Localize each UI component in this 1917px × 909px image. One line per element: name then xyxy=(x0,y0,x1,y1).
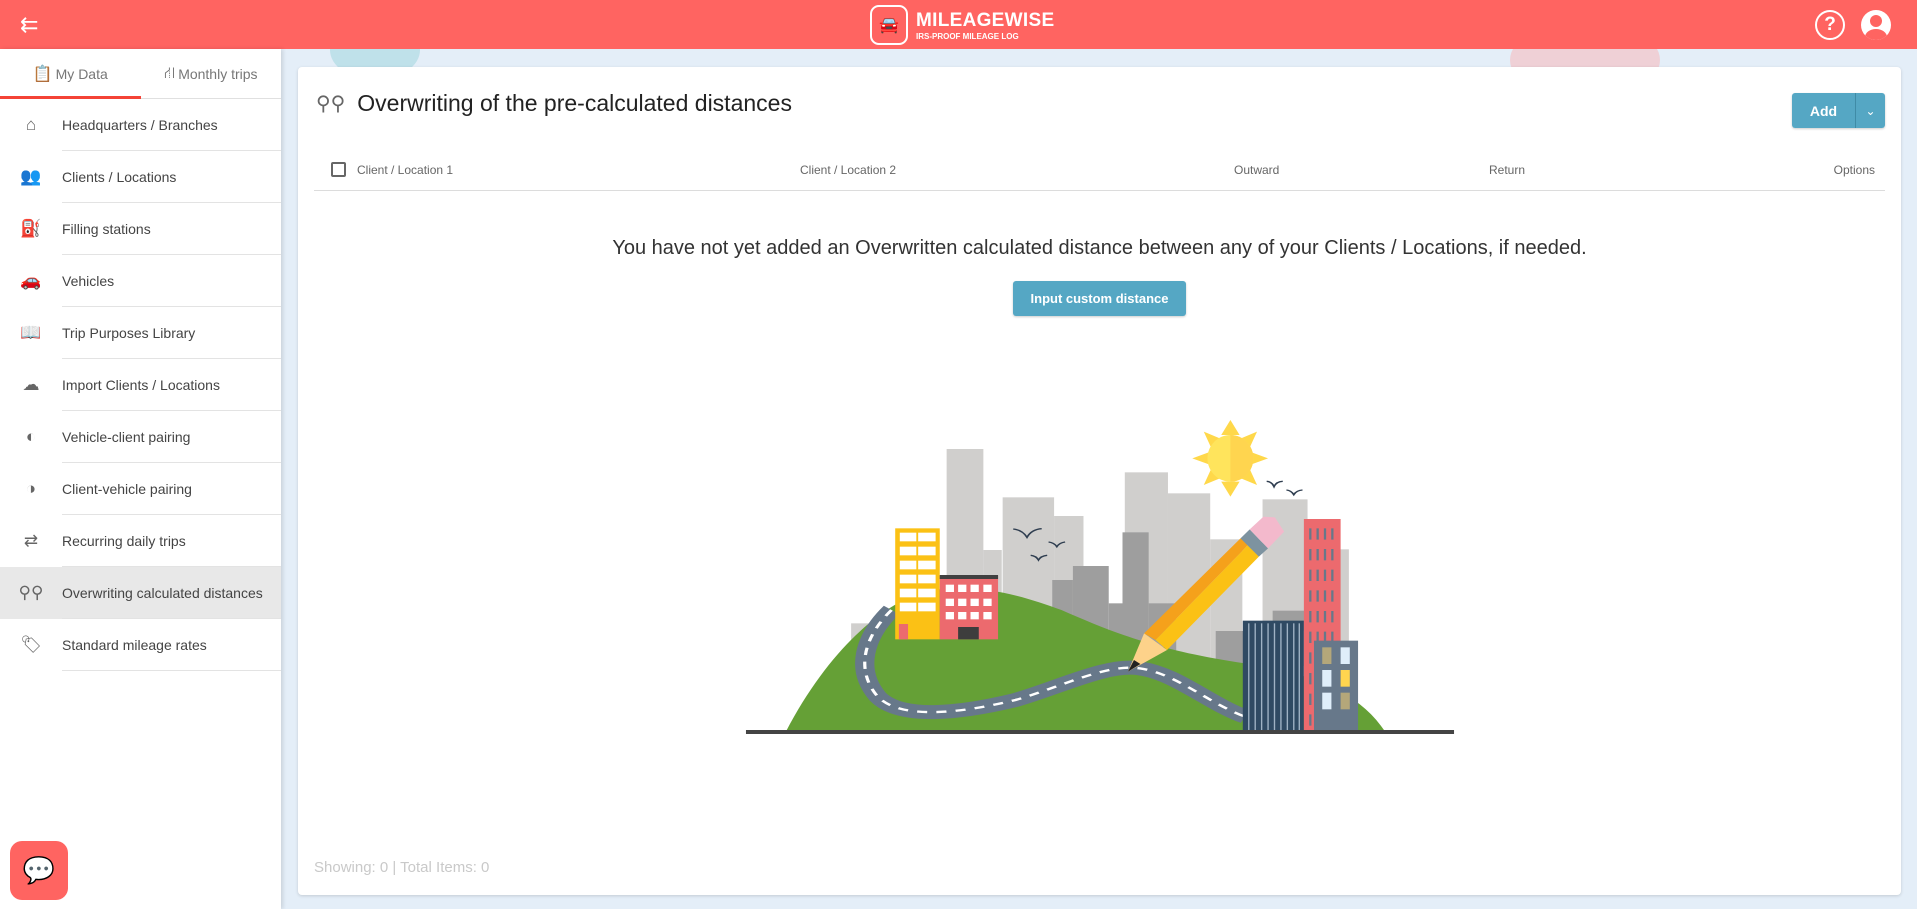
sidebar-item-overwriting-distances[interactable]: ⚲⚲ Overwriting calculated distances xyxy=(0,567,281,619)
red-building xyxy=(939,575,999,640)
table-header: Client / Location 1 Client / Location 2 … xyxy=(314,148,1885,191)
book-icon: 📖 xyxy=(20,323,42,342)
chat-icon: 💬 xyxy=(22,855,56,885)
collapse-menu-icon[interactable]: ⇇ xyxy=(20,12,38,38)
logo-title: MILEAGEWISE xyxy=(916,9,1055,31)
navy-building xyxy=(1242,620,1304,732)
top-header: ⇇ 🚘 MILEAGEWISE IRS-PROOF MILEAGE LOG ? xyxy=(0,0,1917,49)
sidebar-item-label: Vehicle-client pairing xyxy=(62,429,191,445)
repeat-icon: ⇄ xyxy=(23,531,39,550)
help-icon[interactable]: ? xyxy=(1815,10,1845,40)
clipboard-icon: 📋 xyxy=(32,65,53,83)
tab-label: Monthly trips xyxy=(178,65,258,82)
sidebar-item-filling-stations[interactable]: ⛽ Filling stations xyxy=(0,203,281,255)
pairing-icon: ◐ xyxy=(25,427,37,446)
empty-state-message: You have not yet added an Overwritten ca… xyxy=(612,237,1587,259)
content-card: ⚲⚲ Overwriting of the pre-calculated dist… xyxy=(298,67,1901,895)
column-header[interactable]: Client / Location 2 xyxy=(800,163,896,177)
home-pin-icon: ⌂ xyxy=(25,115,37,134)
sidebar-item-clients[interactable]: 👥 Clients / Locations xyxy=(0,151,281,203)
sidebar: 📋 My Data ⛙ Monthly trips ⌂ Headquarters / … xyxy=(0,49,281,909)
sidebar-item-label: Client-vehicle pairing xyxy=(62,481,192,497)
sidebar-item-label: Recurring daily trips xyxy=(62,533,186,549)
column-header[interactable]: Return xyxy=(1489,163,1525,177)
sidebar-item-label: Trip Purposes Library xyxy=(62,325,196,341)
page-title-text: Overwriting of the pre-calculated distan… xyxy=(357,90,792,116)
road-icon: ⛙ xyxy=(163,64,176,82)
route-pins-icon: ⚲⚲ xyxy=(18,583,44,602)
sidebar-item-headquarters[interactable]: ⌂ Headquarters / Branches xyxy=(0,99,281,151)
chat-button[interactable]: 💬 xyxy=(10,841,68,900)
account-icon[interactable] xyxy=(1861,10,1891,40)
city-illustration xyxy=(745,420,1455,734)
pairing-icon: ◑ xyxy=(25,479,37,498)
tag-icon: 🏷 xyxy=(20,635,42,654)
people-icon: 👥 xyxy=(20,167,42,186)
sidebar-item-label: Headquarters / Branches xyxy=(62,117,218,133)
column-header: Options xyxy=(1833,163,1875,177)
input-custom-distance-button[interactable]: Input custom distance xyxy=(1013,281,1186,316)
sidebar-item-label: Standard mileage rates xyxy=(62,637,207,653)
pagination-summary: Showing: 0 | Total Items: 0 xyxy=(314,859,490,876)
add-dropdown-chevron-icon[interactable]: ⌄ xyxy=(1856,93,1885,128)
sidebar-item-label: Import Clients / Locations xyxy=(62,377,220,393)
car-logo-icon: 🚘 xyxy=(870,5,908,45)
slate-building xyxy=(1313,640,1359,732)
tab-monthly-trips[interactable]: ⛙ Monthly trips xyxy=(141,49,282,98)
add-button[interactable]: Add xyxy=(1792,93,1856,128)
column-header[interactable]: Client / Location 1 xyxy=(357,163,453,177)
add-button-group: Add ⌄ xyxy=(1792,93,1885,128)
logo[interactable]: 🚘 MILEAGEWISE IRS-PROOF MILEAGE LOG xyxy=(870,5,1054,45)
sun xyxy=(1192,420,1269,497)
cloud-upload-icon: ☁ xyxy=(22,375,40,394)
sidebar-item-label: Clients / Locations xyxy=(62,169,177,185)
page-title: ⚲⚲ Overwriting of the pre-calculated dist… xyxy=(316,90,792,117)
sidebar-item-mileage-rates[interactable]: 🏷 Standard mileage rates xyxy=(0,619,281,671)
sidebar-tabs: 📋 My Data ⛙ Monthly trips xyxy=(0,49,281,99)
select-all-checkbox[interactable] xyxy=(331,162,346,177)
route-pins-icon: ⚲⚲ xyxy=(316,93,346,115)
sidebar-item-label: Vehicles xyxy=(62,273,115,289)
sidebar-item-client-vehicle-pairing[interactable]: ◑ Client-vehicle pairing xyxy=(0,463,281,515)
sidebar-item-label: Overwriting calculated distances xyxy=(62,585,263,601)
tab-label: My Data xyxy=(55,65,108,82)
logo-subtitle: IRS-PROOF MILEAGE LOG xyxy=(916,31,1019,41)
sidebar-item-vehicle-client-pairing[interactable]: ◐ Vehicle-client pairing xyxy=(0,411,281,463)
tab-my-data[interactable]: 📋 My Data xyxy=(0,49,141,99)
sidebar-item-trip-purposes[interactable]: 📖 Trip Purposes Library xyxy=(0,307,281,359)
column-header[interactable]: Outward xyxy=(1234,163,1279,177)
car-icon: 🚗 xyxy=(20,271,42,290)
ground-line xyxy=(745,730,1455,734)
yellow-building xyxy=(895,528,940,640)
sidebar-item-recurring-trips[interactable]: ⇄ Recurring daily trips xyxy=(0,515,281,567)
sidebar-item-import[interactable]: ☁ Import Clients / Locations xyxy=(0,359,281,411)
sidebar-item-vehicles[interactable]: 🚗 Vehicles xyxy=(0,255,281,307)
sidebar-item-label: Filling stations xyxy=(62,221,151,237)
gas-station-icon: ⛽ xyxy=(20,219,42,238)
